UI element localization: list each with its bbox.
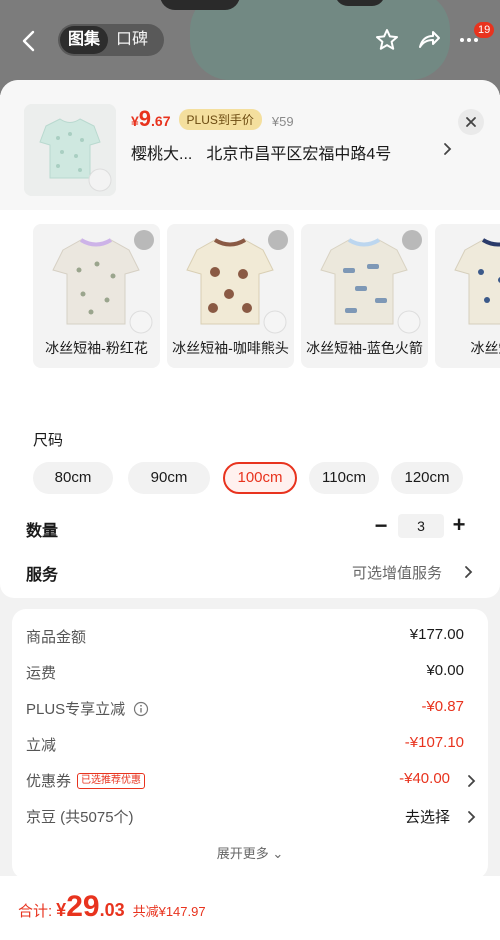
size-option[interactable]: 110cm (309, 462, 379, 494)
variant-item[interactable]: 冰丝短袖-粉红花 (33, 224, 160, 368)
total-int: 29 (66, 890, 100, 923)
expand-more-link[interactable]: 展开更多 ⌄ (12, 843, 488, 862)
product-image-preview (190, 0, 450, 80)
purchase-sheet: ¥9.67 PLUS到手价 ¥59 樱桃大... 北京市昌平区宏福中路4号 冰丝… (0, 80, 500, 940)
notification-badge: 19 (474, 22, 495, 38)
row-value: -¥0.87 (421, 698, 464, 715)
tab-reviews[interactable]: 口碑 (108, 26, 156, 54)
product-thumbnail (24, 104, 116, 196)
row-label: PLUS专享立减 (26, 698, 149, 719)
status-pill (160, 0, 240, 10)
options-card: 冰丝短袖-粉红花 冰丝短袖-咖啡熊头 冰丝短袖-蓝色火箭 冰丝 尺码 80cm … (0, 210, 500, 598)
back-arrow-icon[interactable] (16, 28, 42, 54)
row-value: -¥107.10 (404, 734, 464, 751)
size-option[interactable]: 90cm (128, 462, 210, 494)
tab-gallery[interactable]: 图集 (60, 26, 109, 54)
current-price: ¥9.67 (131, 106, 171, 131)
size-option[interactable]: 80cm (33, 462, 113, 494)
size-option-selected[interactable]: 100cm (223, 462, 297, 494)
total-dec: .03 (99, 900, 125, 920)
total-label: 合计: (18, 903, 53, 920)
close-button[interactable] (458, 109, 484, 135)
breakdown-row: 运费 ¥0.00 (26, 662, 476, 684)
quantity-input[interactable]: 3 (398, 514, 444, 538)
row-value: ¥177.00 (409, 626, 464, 643)
row-label: 优惠券 已选推荐优惠 (26, 770, 146, 791)
product-summary: ¥9.67 PLUS到手价 ¥59 樱桃大... 北京市昌平区宏福中路4号 (0, 80, 500, 210)
media-tab-switch: 图集 口碑 (58, 24, 164, 56)
chevron-right-icon[interactable] (466, 774, 476, 788)
row-label: 京豆 (共5075个) (26, 809, 134, 826)
row-value: ¥0.00 (426, 662, 464, 679)
star-icon[interactable] (374, 27, 400, 53)
plus-discount-label: PLUS专享立减 (26, 701, 126, 718)
delivery-address[interactable]: 樱桃大... 北京市昌平区宏福中路4号 (131, 140, 391, 164)
shop-name: 樱桃大... (131, 146, 193, 163)
variant-image (454, 238, 500, 325)
row-label: 立减 (26, 737, 57, 754)
chevron-right-icon[interactable] (462, 565, 474, 579)
breakdown-row: 商品金额 ¥177.00 (26, 626, 476, 648)
address-text: 北京市昌平区宏福中路4号 (206, 146, 392, 163)
total-saved: 共减¥147.97 (132, 904, 206, 919)
share-icon[interactable] (416, 27, 442, 53)
expand-icon[interactable] (268, 230, 288, 250)
variant-label: 冰丝短袖-蓝色火箭 (306, 340, 423, 356)
price-row: ¥9.67 PLUS到手价 ¥59 (131, 106, 294, 132)
chevron-right-icon[interactable] (466, 810, 476, 824)
variant-item[interactable]: 冰丝短袖-咖啡熊头 (167, 224, 294, 368)
jingdou-row[interactable]: 京豆 (共5075个) 去选择 (26, 806, 476, 828)
row-value: 去选择 (404, 809, 450, 826)
quantity-decrease-button[interactable]: − (371, 515, 391, 537)
quantity-label: 数量 (26, 523, 59, 540)
coupon-label: 优惠券 (26, 773, 72, 790)
original-price: ¥59 (271, 114, 294, 129)
row-value: -¥40.00 (399, 770, 450, 787)
service-value[interactable]: 可选增值服务 (352, 562, 442, 583)
chevron-right-icon[interactable] (440, 142, 454, 156)
info-icon[interactable] (133, 701, 149, 717)
variant-item[interactable]: 冰丝短袖 (435, 224, 500, 368)
row-label: 商品金额 (26, 629, 87, 646)
price-breakdown: 商品金额 ¥177.00 运费 ¥0.00 PLUS专享立减 -¥0.87 立减… (12, 609, 488, 879)
expand-icon[interactable] (402, 230, 422, 250)
variant-label: 冰丝短袖-粉红花 (45, 340, 148, 356)
coupon-tag: 已选推荐优惠 (77, 772, 146, 789)
total-price: 合计: ¥ 29 .03 共减¥147.97 (18, 890, 206, 924)
size-title: 尺码 (33, 432, 64, 449)
variant-list[interactable]: 冰丝短袖-粉红花 冰丝短袖-咖啡熊头 冰丝短袖-蓝色火箭 冰丝 (33, 224, 500, 370)
breakdown-row: 立减 -¥107.10 (26, 734, 476, 756)
variant-label: 冰丝短袖-咖啡熊头 (172, 340, 289, 356)
service-label: 服务 (26, 567, 59, 584)
checkout-bar: 合计: ¥ 29 .03 共减¥147.97 (0, 876, 500, 940)
variant-label: 冰丝短袖 (470, 340, 500, 356)
close-icon (466, 117, 476, 127)
plus-price-tag: PLUS到手价 (178, 109, 262, 130)
variant-item[interactable]: 冰丝短袖-蓝色火箭 (301, 224, 428, 368)
total-currency: ¥ (56, 900, 67, 920)
row-label: 运费 (26, 665, 57, 682)
breakdown-row: PLUS专享立减 -¥0.87 (26, 698, 476, 720)
expand-icon[interactable] (134, 230, 154, 250)
size-option[interactable]: 120cm (391, 462, 463, 494)
coupon-row[interactable]: 优惠券 已选推荐优惠 -¥40.00 (26, 770, 476, 792)
quantity-increase-button[interactable]: + (449, 514, 469, 536)
